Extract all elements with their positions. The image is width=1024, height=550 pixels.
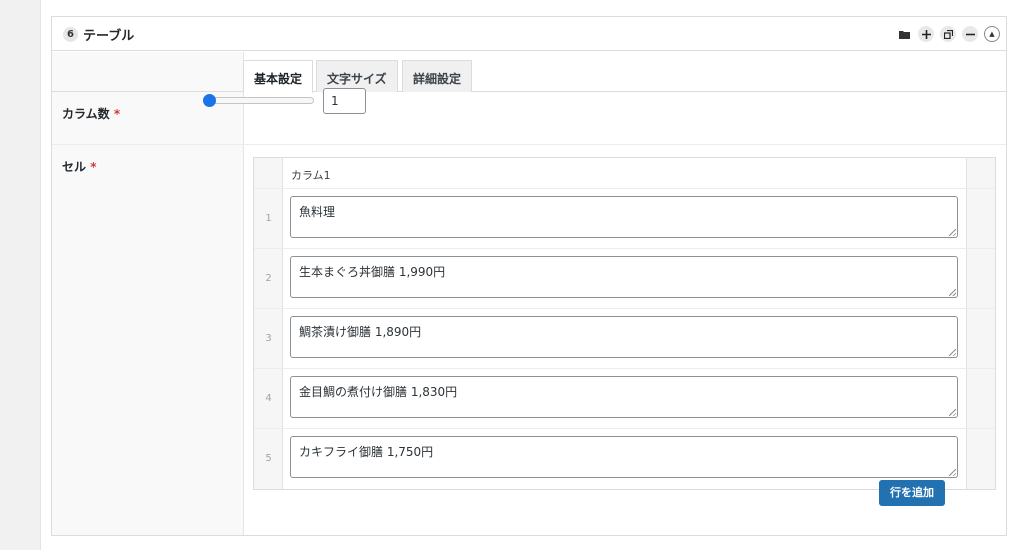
resize-handle-icon[interactable] xyxy=(949,289,956,296)
columns-slider-thumb[interactable] xyxy=(203,94,216,107)
table-block-panel: 6 テーブル ▲ 基本設定 文字サイズ 詳細設定 カラム数 * セル * カラム… xyxy=(51,16,1007,536)
row-number: 2 xyxy=(265,273,272,284)
table-row: 3 鯛茶漬け御膳 1,890円 xyxy=(254,308,995,368)
resize-handle-icon[interactable] xyxy=(949,469,956,476)
row-number: 5 xyxy=(265,453,272,464)
cell-text: 魚料理 xyxy=(299,205,336,219)
columns-label-text: カラム数 xyxy=(62,107,110,121)
resize-handle-icon[interactable] xyxy=(949,229,956,236)
page-background xyxy=(0,0,40,550)
table-header: カラム1 xyxy=(254,158,995,189)
cell-textarea[interactable]: 金目鯛の煮付け御膳 1,830円 xyxy=(290,376,958,418)
row-number: 1 xyxy=(265,213,272,224)
column-header: カラム1 xyxy=(291,169,331,182)
tab-basic-settings[interactable]: 基本設定 xyxy=(243,60,314,93)
table-row: 2 生本まぐろ丼御膳 1,990円 xyxy=(254,248,995,308)
settings-tabs: 基本設定 文字サイズ 詳細設定 xyxy=(52,52,1006,93)
row-number: 3 xyxy=(265,333,272,344)
panel-title: テーブル xyxy=(83,29,135,44)
block-number-badge: 6 xyxy=(63,27,78,42)
cells-label-text: セル xyxy=(62,160,87,174)
cell-text: 鯛茶漬け御膳 1,890円 xyxy=(299,325,422,339)
columns-number-input[interactable] xyxy=(323,88,366,114)
panel-header[interactable]: 6 テーブル ▲ xyxy=(52,17,1006,51)
cells-table: カラム1 1 魚料理 2 生本まぐろ丼御膳 1,990円 3 鯛茶漬け御膳 1,… xyxy=(253,157,996,490)
resize-handle-icon[interactable] xyxy=(949,409,956,416)
add-row-button[interactable]: 行を追加 xyxy=(879,480,945,506)
cell-textarea[interactable]: 鯛茶漬け御膳 1,890円 xyxy=(290,316,958,358)
table-row: 4 金目鯛の煮付け御膳 1,830円 xyxy=(254,368,995,428)
cell-textarea[interactable]: 魚料理 xyxy=(290,196,958,238)
plus-icon[interactable] xyxy=(918,26,934,42)
columns-slider-track[interactable] xyxy=(209,97,314,104)
row-divider xyxy=(52,144,1006,145)
minus-icon[interactable] xyxy=(962,26,978,42)
table-row: 1 魚料理 xyxy=(254,188,995,248)
cells-field-label: セル * xyxy=(62,158,96,175)
required-marker: * xyxy=(113,107,121,121)
cell-textarea[interactable]: カキフライ御膳 1,750円 xyxy=(290,436,958,478)
columns-field-label: カラム数 * xyxy=(62,105,120,122)
cell-text: 金目鯛の煮付け御膳 1,830円 xyxy=(299,385,458,399)
collapse-up-icon[interactable]: ▲ xyxy=(984,26,1000,42)
resize-handle-icon[interactable] xyxy=(949,349,956,356)
tab-advanced-settings[interactable]: 詳細設定 xyxy=(402,60,473,92)
panel-actions: ▲ xyxy=(896,26,1000,42)
duplicate-icon[interactable] xyxy=(940,26,956,42)
table-row: 5 カキフライ御膳 1,750円 xyxy=(254,428,995,488)
folder-icon[interactable] xyxy=(896,26,912,42)
required-marker: * xyxy=(90,160,97,174)
cell-textarea[interactable]: 生本まぐろ丼御膳 1,990円 xyxy=(290,256,958,298)
cell-text: カキフライ御膳 1,750円 xyxy=(299,445,434,459)
field-label-column xyxy=(52,52,244,535)
row-number: 4 xyxy=(265,393,272,404)
cell-text: 生本まぐろ丼御膳 1,990円 xyxy=(299,265,446,279)
